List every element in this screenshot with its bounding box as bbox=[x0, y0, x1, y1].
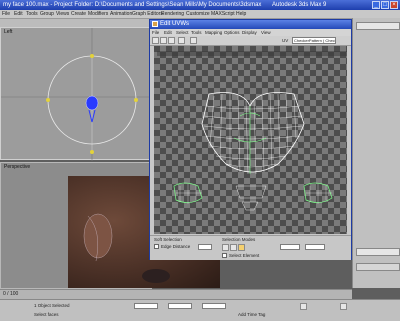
uvw-menu-view[interactable]: View bbox=[261, 29, 271, 36]
gizmo-handle-right bbox=[134, 98, 138, 102]
menu-customize[interactable]: Customize bbox=[186, 10, 210, 18]
menu-modifiers[interactable]: Modifiers bbox=[88, 10, 108, 18]
z-coordinate-input[interactable] bbox=[202, 303, 226, 309]
head-mesh-selected bbox=[85, 95, 99, 111]
x-coordinate-input[interactable] bbox=[134, 303, 158, 309]
select-element-checkbox[interactable] bbox=[222, 253, 227, 258]
texture-map-dropdown[interactable]: CheckerPattern ( Checker ) bbox=[292, 37, 336, 44]
panel-rollout-2[interactable] bbox=[356, 263, 400, 271]
uv-editor-canvas[interactable] bbox=[154, 46, 347, 234]
offset-input[interactable] bbox=[305, 244, 325, 250]
menu-group[interactable]: Group bbox=[40, 10, 54, 18]
pan-icon[interactable] bbox=[190, 37, 197, 44]
ear-mesh bbox=[83, 213, 113, 259]
uv-label: UV bbox=[282, 38, 289, 43]
face-mode-button[interactable] bbox=[238, 244, 245, 251]
menu-views[interactable]: Views bbox=[56, 10, 69, 18]
rotate-input[interactable] bbox=[280, 244, 300, 250]
scale-icon[interactable] bbox=[168, 37, 175, 44]
menu-rendering[interactable]: Rendering bbox=[161, 10, 184, 18]
gizmo-handle-top bbox=[90, 54, 94, 58]
menu-create[interactable]: Create bbox=[71, 10, 86, 18]
zoom-icon[interactable] bbox=[340, 303, 347, 310]
uvw-dialog-title: Edit UVWs bbox=[160, 21, 190, 27]
vertex-mode-button[interactable] bbox=[222, 244, 229, 251]
edge-distance-label: Edge Distance bbox=[161, 244, 191, 249]
uvw-app-icon bbox=[152, 21, 158, 27]
left-viewport-scene bbox=[1, 28, 153, 161]
close-icon[interactable]: × bbox=[390, 1, 398, 9]
uvw-toolbar: CheckerPattern ( Checker ) UV bbox=[150, 36, 351, 46]
uvw-menu-file[interactable]: File bbox=[152, 29, 159, 36]
minimize-icon[interactable]: _ bbox=[372, 1, 380, 9]
menu-maxscript[interactable]: MAXScript bbox=[211, 10, 235, 18]
selection-modes-label: Selection Modes bbox=[222, 237, 256, 242]
window-title: my face 100.max - Project Folder: D:\Doc… bbox=[3, 2, 262, 8]
menu-edit[interactable]: Edit bbox=[14, 10, 23, 18]
uvw-menu-tools[interactable]: Tools bbox=[191, 29, 202, 36]
statusbar: 1 Object Selected Select faces Add Time … bbox=[0, 299, 400, 321]
soft-selection-label: Soft Selection bbox=[154, 237, 182, 242]
prompt-status: Select faces bbox=[34, 312, 59, 317]
edit-uvws-dialog[interactable]: Edit UVWs File Edit Select Tools Mapping… bbox=[149, 19, 352, 260]
menubar: File Edit Tools Group Views Create Modif… bbox=[0, 10, 400, 19]
uvw-menu-select[interactable]: Select bbox=[176, 29, 189, 36]
uvw-menu-options[interactable]: Options bbox=[224, 29, 240, 36]
select-element-label: Select Element bbox=[229, 253, 260, 258]
edge-mode-button[interactable] bbox=[230, 244, 237, 251]
menu-tools[interactable]: Tools bbox=[26, 10, 38, 18]
rotate-icon[interactable] bbox=[160, 37, 167, 44]
edge-distance-input[interactable] bbox=[198, 244, 212, 250]
uvw-menu-edit[interactable]: Edit bbox=[164, 29, 172, 36]
maximize-icon[interactable]: □ bbox=[381, 1, 389, 9]
gizmo-handle-bottom bbox=[90, 150, 94, 154]
menu-help[interactable]: Help bbox=[236, 10, 246, 18]
add-time-tag-button[interactable]: Add Time Tag bbox=[238, 312, 265, 317]
command-panel[interactable] bbox=[352, 18, 400, 288]
uvw-menubar: File Edit Select Tools Mapping Options D… bbox=[150, 29, 351, 36]
panel-tabs[interactable] bbox=[356, 22, 400, 30]
y-coordinate-input[interactable] bbox=[168, 303, 192, 309]
edge-distance-checkbox[interactable] bbox=[154, 244, 159, 249]
menu-file[interactable]: File bbox=[2, 10, 10, 18]
left-viewport[interactable]: Left bbox=[0, 27, 153, 161]
mirror-icon[interactable] bbox=[178, 37, 185, 44]
perspective-viewport-label[interactable]: Perspective bbox=[4, 164, 30, 170]
uvw-titlebar[interactable]: Edit UVWs bbox=[150, 20, 351, 29]
uvw-bottom-panel: Soft Selection Edge Distance Selection M… bbox=[150, 235, 351, 260]
uvw-menu-display[interactable]: Display bbox=[242, 29, 257, 36]
uvw-menu-mapping[interactable]: Mapping bbox=[205, 29, 222, 36]
panel-rollout[interactable] bbox=[356, 248, 400, 256]
frame-counter: 0 / 100 bbox=[3, 291, 19, 297]
eye-socket bbox=[142, 269, 170, 283]
play-button[interactable] bbox=[300, 303, 307, 310]
app-name: Autodesk 3ds Max 9 bbox=[272, 2, 327, 8]
main-titlebar: my face 100.max - Project Folder: D:\Doc… bbox=[0, 0, 400, 10]
gizmo-handle-left bbox=[46, 98, 50, 102]
selection-status: 1 Object Selected bbox=[34, 303, 70, 308]
menu-graph-editors[interactable]: Graph Editors bbox=[132, 10, 163, 18]
menu-animation[interactable]: Animation bbox=[110, 10, 132, 18]
uv-mesh bbox=[157, 51, 347, 211]
move-icon[interactable] bbox=[152, 37, 159, 44]
